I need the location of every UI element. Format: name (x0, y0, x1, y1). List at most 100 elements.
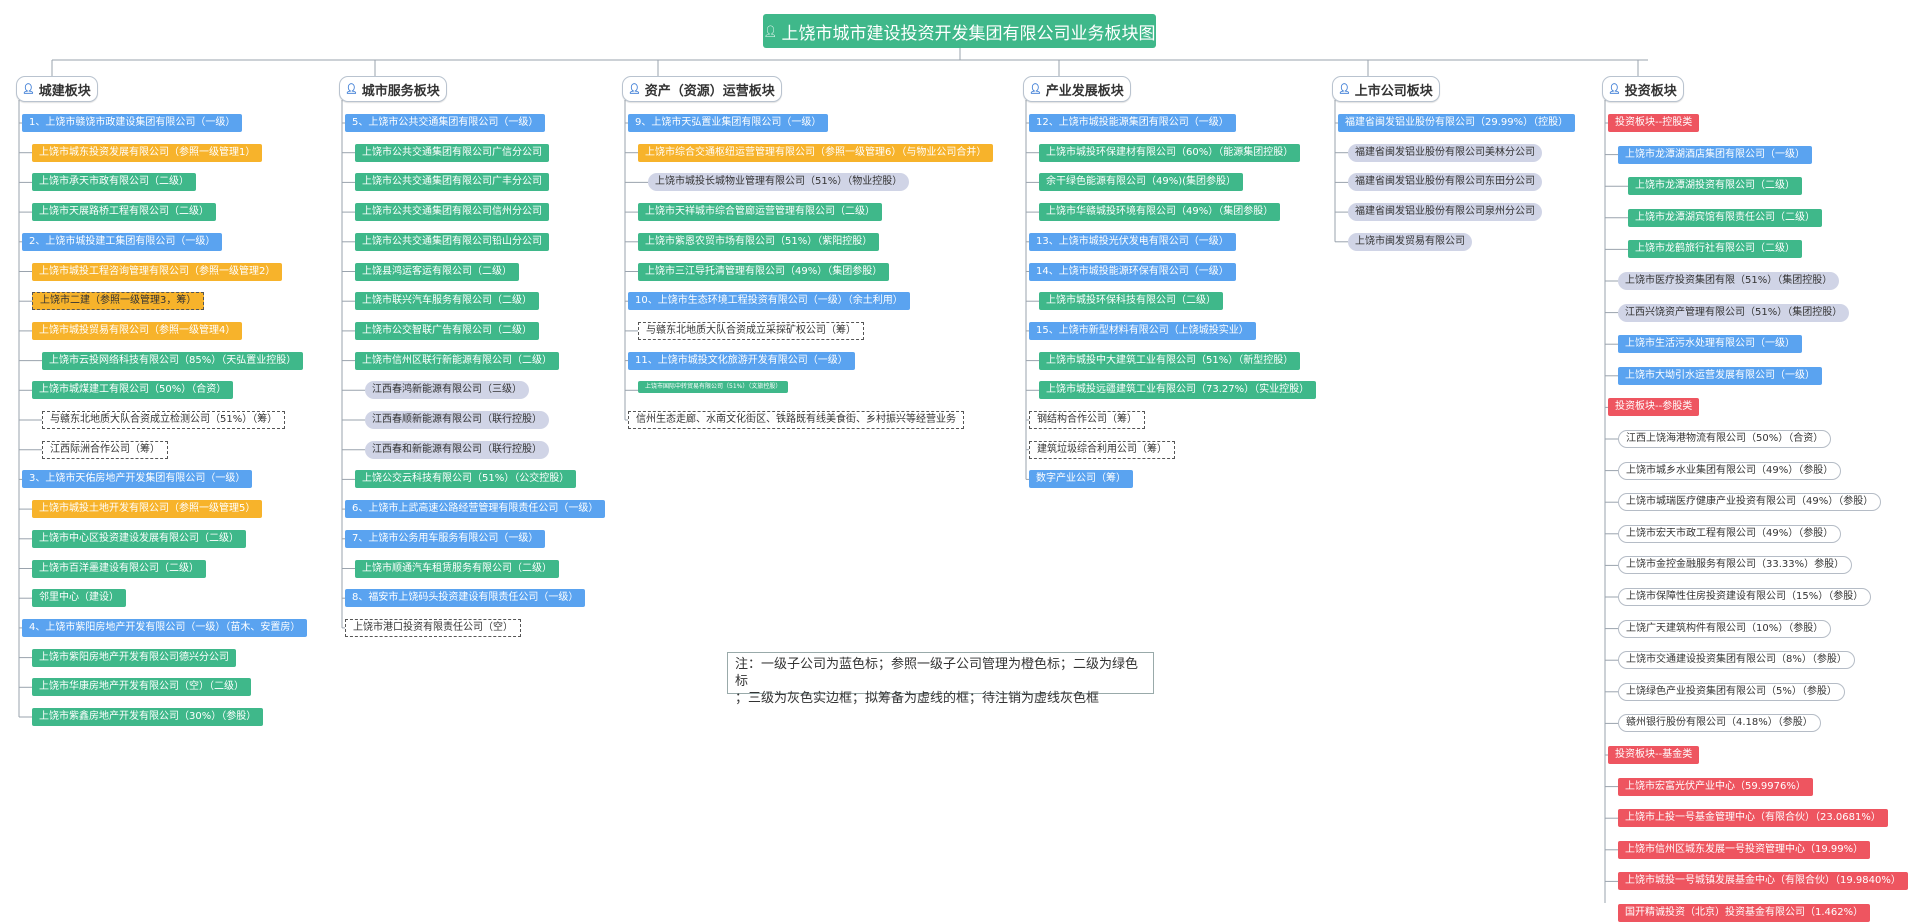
org-node[interactable]: 上饶市城投中大建筑工业有限公司（51%）（新型控股） (1039, 351, 1301, 370)
org-node[interactable]: 上饶市金控金融服务有限公司（33.33%）参股） (1618, 556, 1853, 575)
org-node[interactable]: 上饶市联兴汽车服务有限公司（二级） (355, 292, 539, 311)
org-node[interactable]: 上饶市城投一号城镇发展基金中心（有限合伙）（19.9840%） (1618, 872, 1908, 891)
org-node[interactable]: 上饶市三江导托清管理有限公司（49%）（集团参股） (638, 262, 890, 281)
org-node[interactable]: 投资板块--参股类 (1608, 398, 1700, 417)
org-node[interactable]: 上饶市生活污水处理有限公司（一级） (1618, 335, 1802, 354)
org-node[interactable]: 5、上饶市公共交通集团有限公司（一级） (345, 114, 546, 132)
org-node[interactable]: 上饶市龙潭湖酒店集团有限公司（一级） (1618, 145, 1812, 164)
org-node[interactable]: 江西上饶海港物流有限公司（50%）（合资） (1618, 430, 1832, 448)
org-node[interactable]: 上饶市龙鹤旅行社有限公司（二级） (1628, 240, 1802, 259)
org-node[interactable]: 1、上饶市赣饶市政建设集团有限公司（一级） (22, 114, 243, 132)
org-node[interactable]: 14、上饶市城投能源环保有限公司（一级） (1029, 262, 1236, 281)
org-node[interactable]: 6、上饶市上武高速公路经营管理有限责任公司（一级） (345, 500, 606, 519)
org-node[interactable]: 江西兴饶资产管理有限公司（51%）（集团控股） (1618, 303, 1850, 322)
org-node[interactable]: 福建省闽发铝业股份有限公司东田分公司 (1348, 173, 1542, 192)
org-node[interactable]: 15、上饶市新型材料有限公司（上饶城投实业） (1029, 321, 1256, 340)
org-node[interactable]: 建筑垃圾综合利用公司（筹） (1029, 440, 1175, 459)
org-node[interactable]: 上饶市天展路桥工程有限公司（二级） (32, 203, 216, 222)
org-node[interactable]: 上饶市城乡水业集团有限公司（49%）（参股） (1618, 461, 1842, 480)
org-node[interactable]: 上饶市城煤建工有限公司（50%）（合资） (32, 381, 234, 400)
section-header-3[interactable]: 👤︎ 资产（资源）运营板块 (622, 76, 782, 102)
org-node[interactable]: 10、上饶市生态环境工程投资有限公司（一级）（余土利用） (628, 292, 910, 311)
org-node[interactable]: 钢结构合作公司（筹） (1029, 411, 1145, 429)
org-node[interactable]: 上饶市港口投资有限责任公司（空） (345, 618, 521, 637)
org-node[interactable]: 福建省闽发铝业股份有限公司（29.99%）（控股） (1338, 114, 1576, 132)
org-node[interactable]: 赣州银行股份有限公司（4.18%）（参股） (1618, 714, 1821, 733)
org-node[interactable]: 上饶市国际中转贸易有限公司（51%）（文旅控股） (638, 381, 789, 394)
org-node[interactable]: 上饶市城投土地开发有限公司（参照一级管理5） (32, 500, 263, 519)
org-node[interactable]: 9、上饶市天弘置业集团有限公司（一级） (628, 114, 829, 132)
org-node[interactable]: 上饶市天祥城市综合管廊运营管理有限公司（二级） (638, 203, 882, 222)
org-node[interactable]: 上饶市城投长城物业管理有限公司（51%）（物业控股） (648, 173, 910, 192)
org-node[interactable]: 8、福安市上饶码头投资建设有限责任公司（一级） (345, 589, 586, 608)
org-node[interactable]: 上饶市华赣城投环境有限公司（49%）（集团参股） (1039, 203, 1281, 222)
org-node[interactable]: 上饶市公共交通集团有限公司广丰分公司 (355, 173, 549, 192)
org-node[interactable]: 上饶市公共交通集团有限公司铅山分公司 (355, 232, 549, 251)
org-node[interactable]: 邻里中心（建设） (32, 589, 126, 608)
org-node[interactable]: 上饶市综合交通枢纽运营管理有限公司（参照一级管理6）（与物业公司合并） (638, 143, 994, 162)
org-node[interactable]: 上饶市城东投资发展有限公司（参照一级管理1） (32, 143, 263, 162)
org-node[interactable]: 上饶市顺通汽车租赁服务有限公司（二级） (355, 559, 559, 578)
org-node[interactable]: 福建省闽发铝业股份有限公司美林分公司 (1348, 143, 1542, 162)
org-node[interactable]: 上饶市百洋墨建设有限公司（二级） (32, 559, 206, 578)
org-node[interactable]: 上饶市城投工程咨询管理有限公司（参照一级管理2） (32, 262, 283, 281)
org-node[interactable]: 12、上饶市城投能源集团有限公司（一级） (1029, 114, 1236, 132)
org-node[interactable]: 上饶市云投网络科技有限公司（85%）（天弘置业控股） (42, 351, 304, 370)
org-node[interactable]: 上饶市闽发贸易有限公司 (1348, 232, 1472, 251)
org-node[interactable]: 上饶市城投环保建材有限公司（60%）（能源集团控股） (1039, 143, 1301, 162)
org-node[interactable]: 江西春和新能源有限公司（联行控股） (365, 440, 549, 459)
org-node[interactable]: 上饶市城投环保科技有限公司（二级） (1039, 292, 1223, 311)
org-node[interactable]: 上饶市城投远疆建筑工业有限公司（73.27%）（实业控股） (1039, 381, 1317, 400)
org-node[interactable]: 上饶市华康房地产开发有限公司（空）（二级） (32, 678, 251, 697)
org-node[interactable]: 上饶市龙潭湖宾馆有限责任公司（二级） (1628, 208, 1822, 227)
root-node[interactable]: 👤︎ 上饶市城市建设投资开发集团有限公司业务板块图 (763, 14, 1156, 48)
org-node[interactable]: 投资板块--控股类 (1608, 114, 1700, 132)
org-node[interactable]: 江西春顺新能源有限公司（联行控股） (365, 411, 549, 429)
org-node[interactable]: 上饶市紫鑫房地产开发有限公司（30%）（参股） (32, 708, 264, 726)
org-node[interactable]: 国开精诚投资（北京）投资基金有限公司（1.462%） (1618, 904, 1871, 922)
org-node[interactable]: 上饶市中心区投资建设发展有限公司（二级） (32, 529, 246, 548)
section-header-2[interactable]: 👤︎ 城市服务板块 (339, 76, 447, 102)
org-node[interactable]: 上饶市信州区城东发展一号投资管理中心（19.99%） (1618, 840, 1871, 859)
org-node[interactable]: 上饶市信州区联行新能源有限公司（二级） (355, 351, 559, 370)
org-node[interactable]: 上饶市龙潭湖投资有限公司（二级） (1628, 177, 1802, 196)
org-node[interactable]: 上饶市医疗投资集团有限（51%）（集团控股） (1618, 272, 1840, 290)
org-node[interactable]: 与赣东北地质大队合资成立检测公司（51%）（筹） (42, 411, 286, 429)
org-node[interactable]: 3、上饶市天佑房地产开发集团有限公司（一级） (22, 470, 253, 489)
org-node[interactable]: 上饶县鸿运客运有限公司（二级） (355, 262, 519, 281)
org-node[interactable]: 上饶市公共交通集团有限公司信州分公司 (355, 203, 549, 222)
org-node[interactable]: 上饶市上投一号基金管理中心（有限合伙）（23.0681%） (1618, 809, 1888, 828)
org-node[interactable]: 上饶市紫恩农贸市场有限公司（51%）（紫阳控股） (638, 232, 880, 251)
org-node[interactable]: 7、上饶市公务用车服务有限公司（一级） (345, 529, 546, 548)
section-header-4[interactable]: 👤︎ 产业发展板块 (1023, 76, 1131, 102)
org-node[interactable]: 上饶广天建筑构件有限公司（10%）（参股） (1618, 619, 1832, 638)
org-node[interactable]: 上饶市二建（参照一级管理3，筹） (32, 292, 205, 311)
org-node[interactable]: 江西春鸿新能源有限公司（三级） (365, 381, 529, 400)
org-node[interactable]: 13、上饶市城投光伏发电有限公司（一级） (1029, 232, 1236, 251)
org-node[interactable]: 上饶市城瑞医疗健康产业投资有限公司（49%）（参股） (1618, 493, 1882, 512)
org-node[interactable]: 上饶市城投贸易有限公司（参照一级管理4） (32, 321, 243, 340)
org-node[interactable]: 上饶公交云科技有限公司（51%）（公交控股） (355, 470, 577, 489)
org-node[interactable]: 11、上饶市城投文化旅游开发有限公司（一级） (628, 351, 855, 370)
org-node[interactable]: 余干绿色能源有限公司（49%)(集团参股） (1039, 173, 1244, 192)
org-node[interactable]: 信州生态走廊、水南文化街区、铁路既有线美食街、乡村振兴等经营业务 (628, 411, 964, 429)
org-node[interactable]: 江西际洲合作公司（筹） (42, 440, 168, 459)
org-node[interactable]: 投资板块--基金类 (1608, 746, 1700, 764)
org-node[interactable]: 上饶市承天市政有限公司（二级） (32, 173, 196, 192)
org-node[interactable]: 4、上饶市紫阳房地产开发有限公司（一级）（苗木、安置房） (22, 618, 308, 637)
section-header-6[interactable]: 👤︎ 投资板块 (1602, 76, 1684, 102)
org-node[interactable]: 上饶市紫阳房地产开发有限公司德兴分公司 (32, 648, 236, 667)
org-node[interactable]: 福建省闽发铝业股份有限公司泉州分公司 (1348, 203, 1542, 222)
section-header-5[interactable]: 👤︎ 上市公司板块 (1332, 76, 1440, 102)
org-node[interactable]: 上饶市公共交通集团有限公司广信分公司 (355, 143, 549, 162)
org-node[interactable]: 数字产业公司（筹） (1029, 470, 1133, 489)
org-node[interactable]: 上饶市大坳引水运营发展有限公司（一级） (1618, 366, 1822, 385)
org-node[interactable]: 与赣东北地质大队合资成立采探矿权公司（筹） (638, 321, 864, 340)
section-header-1[interactable]: 👤︎ 城建板块 (16, 76, 98, 102)
org-node[interactable]: 上饶市公交智联广告有限公司（二级） (355, 321, 539, 340)
org-node[interactable]: 上饶市宏富光伏产业中心（59.9976%） (1618, 777, 1813, 796)
org-node[interactable]: 上饶市保障性住房投资建设有限公司（15%）（参股） (1618, 588, 1872, 606)
org-node[interactable]: 2、上饶市城投建工集团有限公司（一级） (22, 232, 223, 251)
org-node[interactable]: 上饶绿色产业投资集团有限公司（5%）（参股） (1618, 682, 1845, 701)
org-node[interactable]: 上饶市交通建设投资集团有限公司（8%）（参股） (1618, 651, 1855, 670)
